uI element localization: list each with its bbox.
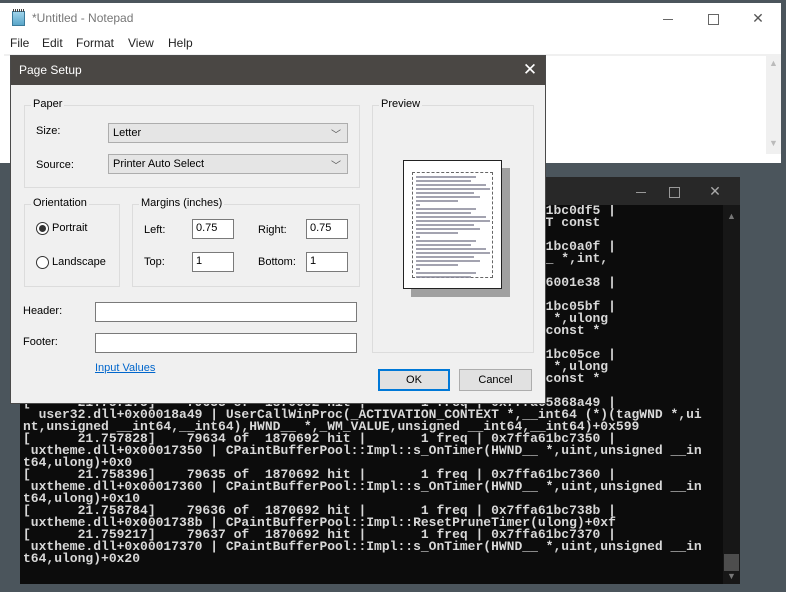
orientation-group: Orientation (24, 197, 120, 287)
preview-text-line (416, 236, 420, 238)
landscape-label[interactable]: Landscape (52, 256, 106, 268)
console-minimize-button[interactable] (626, 181, 656, 201)
preview-text-line (416, 192, 474, 194)
scroll-up-icon[interactable]: ▲ (727, 211, 736, 221)
preview-text-line (416, 268, 420, 270)
dialog-close-button[interactable]: ✕ (517, 58, 543, 82)
preview-text-line (416, 248, 486, 250)
menu-file[interactable]: File (10, 36, 29, 50)
preview-text-line (416, 184, 486, 186)
chevron-down-icon: ﹀ (331, 161, 341, 172)
menu-format[interactable]: Format (76, 36, 114, 50)
scroll-down-icon[interactable]: ▼ (727, 571, 736, 581)
portrait-label[interactable]: Portrait (52, 222, 87, 234)
paper-source-value: Printer Auto Select (113, 158, 205, 170)
preview-text-line (416, 240, 476, 242)
orientation-legend: Orientation (31, 197, 89, 209)
source-label: Source: (36, 159, 74, 171)
dialog-title: Page Setup (19, 63, 82, 77)
preview-text-line (416, 216, 486, 218)
preview-text-line (416, 224, 474, 226)
bottom-margin-input[interactable]: 1 (306, 252, 348, 272)
close-icon: ✕ (522, 60, 538, 79)
preview-text-line (416, 220, 490, 222)
left-margin-label: Left: (144, 224, 166, 236)
maximize-icon (707, 13, 719, 25)
notepad-vertical-scrollbar[interactable]: ▲ ▼ (766, 54, 781, 154)
menu-bar: File Edit Format View Help (0, 36, 781, 54)
preview-text-line (416, 176, 476, 178)
menu-edit[interactable]: Edit (42, 36, 63, 50)
cancel-button[interactable]: Cancel (459, 369, 532, 391)
dialog-title-bar: Page Setup ✕ (11, 56, 545, 85)
console-maximize-button[interactable] (659, 181, 689, 201)
preview-text-line (416, 252, 490, 254)
console-vertical-scrollbar[interactable]: ▲ ▼ (723, 205, 740, 584)
preview-text-line (416, 256, 474, 258)
paper-size-select[interactable]: Letter ﹀ (108, 123, 348, 143)
chevron-down-icon: ﹀ (331, 130, 341, 141)
close-icon: ✕ (752, 10, 764, 26)
preview-text-line (416, 200, 458, 202)
preview-text-line (416, 260, 480, 262)
minimize-button[interactable] (653, 8, 683, 28)
footer-input[interactable] (95, 333, 357, 353)
minimize-icon (636, 191, 646, 193)
top-margin-input[interactable]: 1 (192, 252, 234, 272)
size-label: Size: (36, 125, 61, 137)
header-input[interactable] (95, 302, 357, 322)
scroll-down-icon[interactable]: ▼ (769, 138, 778, 148)
notepad-icon (12, 9, 25, 26)
close-button[interactable]: ✕ (743, 8, 773, 28)
preview-text-line (416, 208, 476, 210)
preview-text-line (416, 196, 480, 198)
preview-text-line (416, 244, 471, 246)
right-margin-label: Right: (258, 224, 287, 236)
input-values-link[interactable]: Input Values (95, 362, 155, 374)
console-close-button[interactable]: ✕ (700, 181, 730, 201)
right-margin-input[interactable]: 0.75 (306, 219, 348, 239)
preview-text-line (416, 204, 420, 206)
paper-size-value: Letter (113, 127, 142, 139)
preview-text-line (416, 276, 471, 278)
preview-margin-outline (412, 172, 493, 278)
scroll-up-icon[interactable]: ▲ (769, 58, 778, 68)
left-margin-input[interactable]: 0.75 (192, 219, 234, 239)
notepad-title-bar: *Untitled - Notepad ✕ (0, 3, 781, 33)
menu-help[interactable]: Help (168, 36, 193, 50)
preview-text-line (416, 212, 471, 214)
bottom-margin-label: Bottom: (258, 256, 296, 268)
preview-text-line (416, 272, 476, 274)
page-setup-dialog: Page Setup ✕ Paper Size: Letter ﹀ Source… (10, 55, 546, 404)
portrait-radio[interactable] (36, 222, 49, 235)
minimize-icon (663, 18, 673, 20)
notepad-title: *Untitled - Notepad (32, 11, 134, 25)
preview-text-line (416, 180, 471, 182)
margins-group: Margins (inches) (132, 197, 360, 287)
landscape-radio[interactable] (36, 256, 49, 269)
preview-legend: Preview (379, 98, 423, 110)
ok-button[interactable]: OK (378, 369, 450, 391)
preview-text-line (416, 228, 480, 230)
close-icon: ✕ (709, 183, 721, 199)
console-scroll-thumb[interactable] (724, 554, 739, 571)
preview-page (403, 160, 502, 289)
maximize-icon (668, 186, 680, 198)
margins-legend: Margins (inches) (139, 197, 225, 209)
preview-text-line (416, 188, 490, 190)
paper-source-select[interactable]: Printer Auto Select ﹀ (108, 154, 348, 174)
menu-view[interactable]: View (128, 36, 154, 50)
header-label: Header: (23, 305, 63, 317)
footer-label: Footer: (23, 336, 58, 348)
preview-text-line (416, 232, 458, 234)
maximize-button[interactable] (698, 8, 728, 28)
paper-group: Paper (24, 98, 360, 188)
top-margin-label: Top: (144, 256, 165, 268)
paper-legend: Paper (31, 98, 65, 110)
console-line: t64,ulong)+0x20 (23, 551, 141, 566)
preview-text-line (416, 264, 458, 266)
